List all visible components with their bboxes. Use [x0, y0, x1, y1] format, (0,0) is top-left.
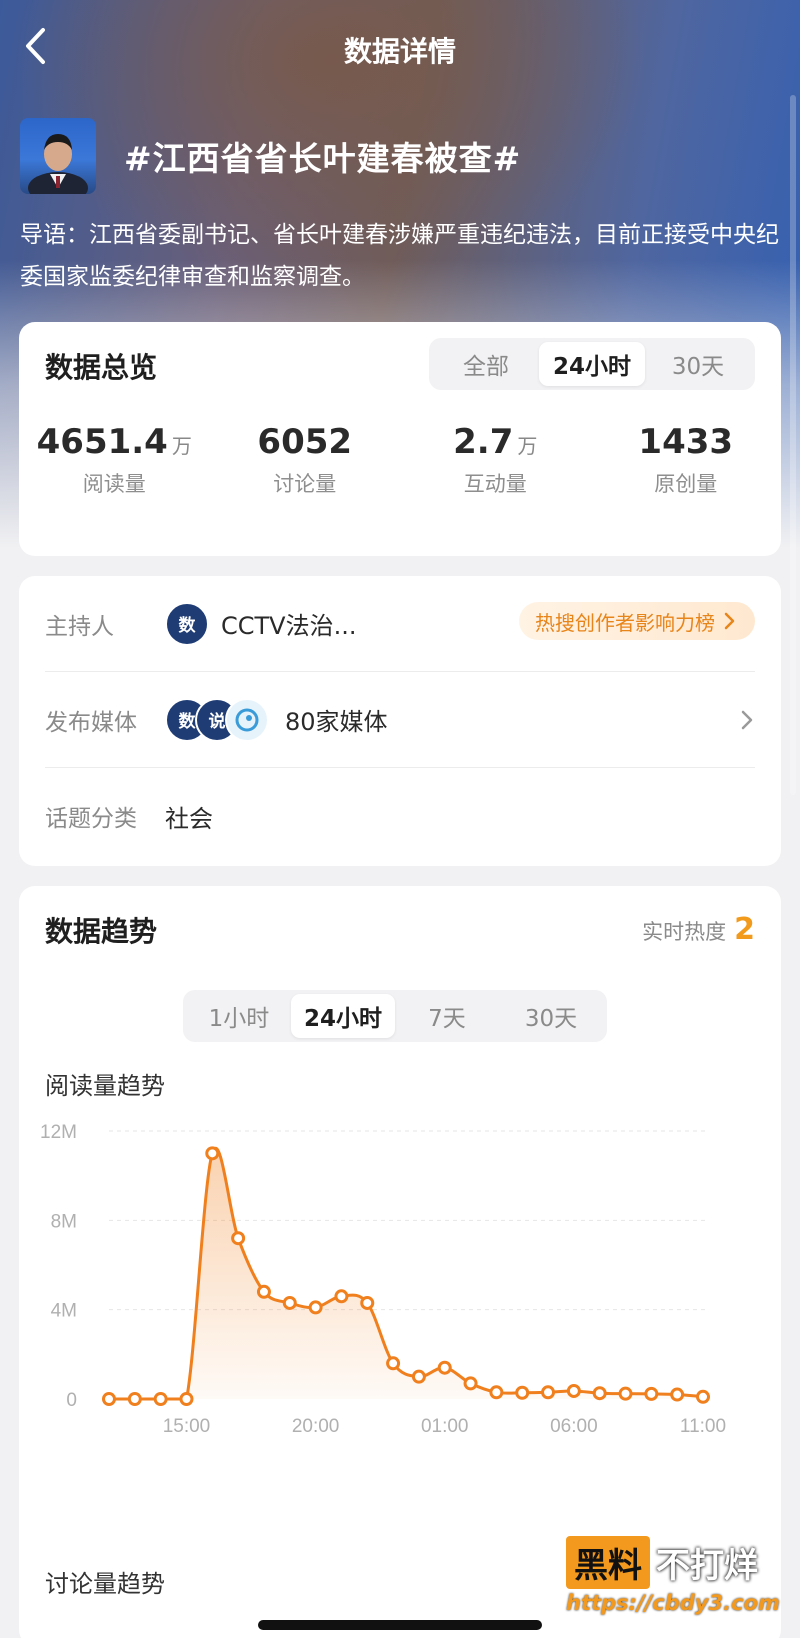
- topic-intro: 导语：江西省委副书记、省长叶建春涉嫌严重违纪违法，目前正接受中央纪委国家监委纪律…: [20, 222, 779, 290]
- stat-interactions-value: 2.7: [453, 422, 514, 462]
- data-point[interactable]: [127, 1392, 142, 1406]
- media-logo-icon: [225, 697, 269, 742]
- stat-interactions: 2.7 万 互动量: [400, 422, 591, 498]
- stat-discussions-value: 6052: [257, 422, 353, 462]
- tab-all[interactable]: 全部: [433, 342, 539, 386]
- read-trend-chart: 0 4M 8M 12M 15:00 20:00 01:00 06:00 11:00: [40, 1122, 726, 1437]
- media-count[interactable]: 80家媒体: [285, 702, 388, 737]
- data-point[interactable]: [670, 1387, 685, 1402]
- tab-30d[interactable]: 30天: [499, 994, 603, 1038]
- creator-ranking-label: 热搜创作者影响力榜: [535, 610, 715, 635]
- category-row: 话题分类 社会: [45, 768, 755, 864]
- heat-label: 实时热度: [642, 920, 727, 944]
- host-logo-icon: 数: [165, 601, 209, 646]
- watermark-url: https://cbdy3.com: [566, 1591, 780, 1615]
- overview-stats: 4651.4 万 阅读量 6052 讨论量 2.7 万 互动量 1433 原创量: [19, 422, 781, 498]
- overview-card: 数据总览 全部 24小时 30天 4651.4 万 阅读量 6052 讨论量 2.…: [19, 322, 781, 556]
- data-point[interactable]: [386, 1356, 401, 1371]
- topic-avatar[interactable]: [20, 118, 96, 194]
- stat-reads-unit: 万: [171, 434, 192, 458]
- media-row[interactable]: 发布媒体 数 说 80家媒体: [45, 672, 755, 768]
- stat-interactions-label: 互动量: [463, 472, 527, 496]
- data-point[interactable]: [489, 1385, 504, 1400]
- y-tick-label: 12M: [40, 1122, 77, 1143]
- data-point[interactable]: [696, 1389, 710, 1404]
- x-tick-label: 15:00: [163, 1416, 211, 1437]
- data-point[interactable]: [618, 1386, 633, 1401]
- tab-24h[interactable]: 24小时: [291, 994, 395, 1038]
- stat-originals-label: 原创量: [654, 472, 718, 496]
- data-point[interactable]: [153, 1392, 168, 1406]
- category-label: 话题分类: [45, 806, 137, 832]
- data-point[interactable]: [102, 1392, 116, 1406]
- watermark-brand-box: 黑料: [566, 1536, 650, 1589]
- chevron-right-icon[interactable]: [739, 708, 755, 732]
- host-row[interactable]: 主持人 数 CCTV法治... 热搜创作者影响力榜: [45, 576, 755, 672]
- nav-bar: 数据详情: [0, 0, 800, 96]
- info-card: 主持人 数 CCTV法治... 热搜创作者影响力榜 发布媒体 数 说 80家媒体: [19, 576, 781, 866]
- data-point[interactable]: [566, 1383, 581, 1398]
- data-point[interactable]: [437, 1360, 452, 1375]
- overview-title: 数据总览: [45, 351, 158, 384]
- host-name[interactable]: CCTV法治...: [221, 606, 356, 641]
- person-photo-icon: [28, 134, 88, 194]
- stat-interactions-unit: 万: [517, 434, 538, 458]
- overview-range-tabs: 全部 24小时 30天: [429, 338, 755, 390]
- data-point[interactable]: [179, 1392, 194, 1406]
- category-value: 社会: [165, 804, 213, 833]
- y-tick-label: 0: [66, 1390, 77, 1411]
- data-point[interactable]: [592, 1386, 607, 1401]
- data-point[interactable]: [282, 1295, 297, 1310]
- watermark: 黑料 不打烊 https://cbdy3.com: [566, 1536, 786, 1628]
- host-label: 主持人: [45, 613, 114, 640]
- x-tick-label: 20:00: [292, 1416, 340, 1437]
- watermark-brand-text: 不打烊: [656, 1546, 758, 1586]
- trend-title: 数据趋势: [45, 915, 158, 948]
- data-point[interactable]: [644, 1386, 659, 1401]
- data-point[interactable]: [411, 1369, 426, 1384]
- topic-header: #江西省省长叶建春被查#: [20, 118, 521, 194]
- data-point[interactable]: [205, 1146, 220, 1161]
- x-tick-label: 06:00: [550, 1416, 598, 1437]
- discussion-trend-title: 讨论量趋势: [45, 1570, 165, 1598]
- x-tick-label: 11:00: [680, 1416, 726, 1437]
- data-point[interactable]: [515, 1385, 530, 1400]
- data-point[interactable]: [231, 1231, 246, 1246]
- data-point[interactable]: [308, 1300, 323, 1315]
- trend-card: 数据趋势 实时热度 2 1小时 24小时 7天 30天 阅读量趋势 0 4M 8M 1…: [19, 886, 781, 1638]
- media-label: 发布媒体: [45, 709, 137, 736]
- tab-1h[interactable]: 1小时: [187, 994, 291, 1038]
- topic-title: #江西省省长叶建春被查#: [124, 139, 522, 178]
- y-tick-label: 4M: [51, 1301, 77, 1322]
- data-point[interactable]: [256, 1284, 271, 1299]
- data-point[interactable]: [360, 1295, 375, 1310]
- stat-reads-value: 4651.4: [36, 422, 168, 462]
- data-point[interactable]: [334, 1289, 349, 1304]
- data-point[interactable]: [541, 1385, 556, 1400]
- trend-range-tabs: 1小时 24小时 7天 30天: [183, 990, 607, 1042]
- page-title: 数据详情: [343, 35, 456, 68]
- data-point[interactable]: [463, 1376, 478, 1391]
- tab-24h[interactable]: 24小时: [539, 342, 645, 386]
- stat-discussions: 6052 讨论量: [210, 422, 401, 498]
- home-indicator[interactable]: [258, 1620, 542, 1630]
- scrollbar[interactable]: [790, 95, 796, 795]
- stat-originals-value: 1433: [638, 422, 734, 462]
- tab-30d[interactable]: 30天: [645, 342, 751, 386]
- stat-reads: 4651.4 万 阅读量: [19, 422, 210, 498]
- tab-7d[interactable]: 7天: [395, 994, 499, 1038]
- realtime-heat: 实时热度 2: [642, 912, 755, 947]
- bird-icon: [235, 708, 259, 731]
- x-tick-label: 01:00: [421, 1416, 469, 1437]
- stat-discussions-label: 讨论量: [273, 472, 337, 496]
- heat-value: 2: [734, 912, 755, 947]
- stat-originals: 1433 原创量: [591, 422, 782, 498]
- chevron-right-icon: [724, 612, 735, 630]
- y-tick-label: 8M: [51, 1211, 77, 1232]
- stat-reads-label: 阅读量: [82, 472, 146, 496]
- media-logos: 数 说: [165, 697, 269, 742]
- creator-ranking-button[interactable]: 热搜创作者影响力榜: [519, 602, 755, 640]
